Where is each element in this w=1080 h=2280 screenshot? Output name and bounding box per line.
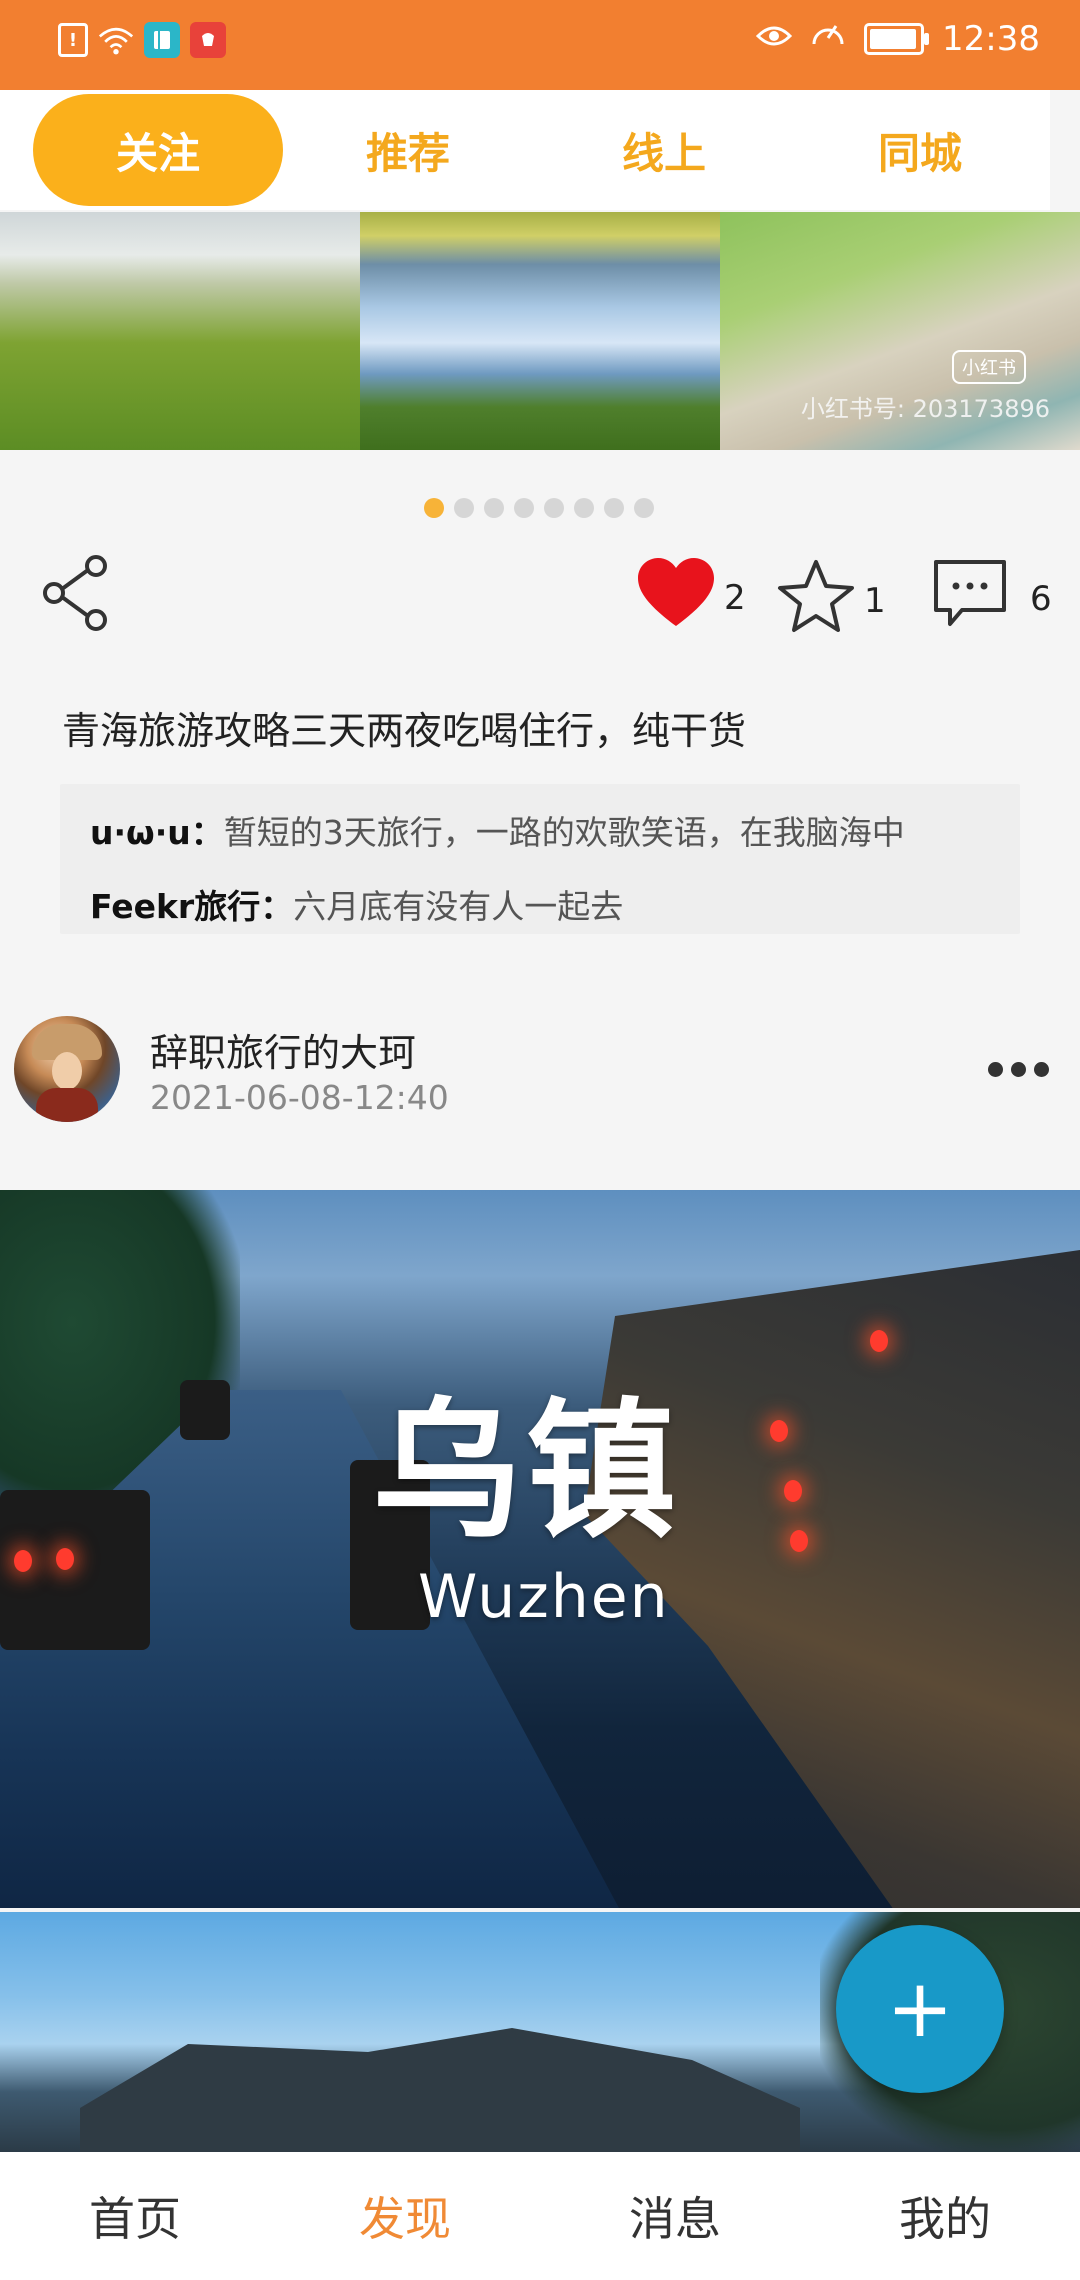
username[interactable]: 辞职旅行的大珂 (150, 1022, 416, 1077)
image-title-cn: 乌镇 (372, 1383, 681, 1559)
like-button[interactable]: 2 (636, 558, 746, 637)
comment-row: u·ω·u：暂短的3天旅行，一路的欢歌笑语，在我脑海中 (90, 806, 905, 854)
watermark-logo: 小红书 (952, 350, 1026, 384)
carousel-dot[interactable] (454, 498, 474, 518)
bottom-nav: 首页 发现 消息 我的 (0, 2152, 1080, 2280)
comment-count: 6 (1030, 578, 1052, 619)
battery-icon (864, 22, 930, 55)
favorite-count: 1 (864, 580, 886, 621)
avatar[interactable] (14, 1016, 120, 1122)
carousel-image-grassland[interactable] (0, 212, 360, 450)
carousel-image-river[interactable]: 小红书 小红书号: 203173896 (720, 212, 1080, 450)
image-carousel[interactable]: 小红书 小红书号: 203173896 (0, 212, 1080, 450)
post-timestamp: 2021-06-08-12:40 (150, 1078, 449, 1117)
heart-icon (636, 558, 716, 637)
book-app-icon (144, 22, 180, 58)
clock: 12:38 (942, 18, 1040, 59)
status-icons-left: ! (58, 22, 226, 58)
nav-discover[interactable]: 发现 (270, 2152, 540, 2280)
favorite-button[interactable]: 1 (776, 558, 886, 643)
carousel-dot[interactable] (544, 498, 564, 518)
add-post-button[interactable]: + (836, 1925, 1004, 2093)
post-action-bar: 2 1 6 (0, 548, 1080, 638)
comment-button[interactable]: 6 (932, 558, 1052, 639)
tab-online[interactable]: 线上 (539, 94, 789, 206)
tab-follow[interactable]: 关注 (33, 94, 283, 206)
carousel-dot[interactable] (634, 498, 654, 518)
star-icon (776, 558, 856, 643)
carousel-dot[interactable] (604, 498, 624, 518)
post-image-wuzhen[interactable]: 乌镇 Wuzhen (0, 1190, 1080, 1908)
comment-preview[interactable]: u·ω·u：暂短的3天旅行，一路的欢歌笑语，在我脑海中 Feekr旅行：六月底有… (60, 784, 1020, 934)
nav-profile[interactable]: 我的 (810, 2152, 1080, 2280)
post-title[interactable]: 青海旅游攻略三天两夜吃喝住行，纯干货 (62, 700, 746, 755)
nav-messages[interactable]: 消息 (540, 2152, 810, 2280)
image-title-en: Wuzhen (418, 1562, 670, 1632)
carousel-dot[interactable] (514, 498, 534, 518)
wifi-icon (98, 22, 134, 58)
huawei-app-icon (190, 22, 226, 58)
more-options-icon[interactable] (988, 1062, 1049, 1077)
comment-user: u·ω·u： (90, 813, 224, 852)
comment-text: 暂短的3天旅行，一路的欢歌笑语，在我脑海中 (223, 813, 905, 852)
carousel-image-lake[interactable] (360, 212, 720, 450)
comment-row: Feekr旅行：六月底有没有人一起去 (90, 880, 623, 928)
tab-local[interactable]: 同城 (795, 94, 1045, 206)
like-count: 2 (724, 577, 746, 618)
category-tabs: 关注 推荐 线上 同城 (0, 90, 1050, 210)
carousel-dots (424, 498, 654, 518)
status-bar: ! 12:38 (0, 0, 1080, 90)
status-icons-right: 12:38 (755, 18, 1040, 59)
carousel-dot[interactable] (424, 498, 444, 518)
comment-user: Feekr旅行： (90, 887, 294, 926)
tab-recommend[interactable]: 推荐 (283, 94, 533, 206)
comment-text: 六月底有没有人一起去 (293, 887, 624, 926)
alert-icon: ! (58, 23, 88, 57)
share-icon[interactable] (40, 554, 112, 632)
comment-icon (932, 558, 1008, 639)
nav-home[interactable]: 首页 (0, 2152, 270, 2280)
watermark-text: 小红书号: 203173896 (800, 395, 1050, 423)
carousel-dot[interactable] (484, 498, 504, 518)
carousel-dot[interactable] (574, 498, 594, 518)
speed-icon (810, 18, 846, 59)
eye-icon (755, 19, 793, 59)
